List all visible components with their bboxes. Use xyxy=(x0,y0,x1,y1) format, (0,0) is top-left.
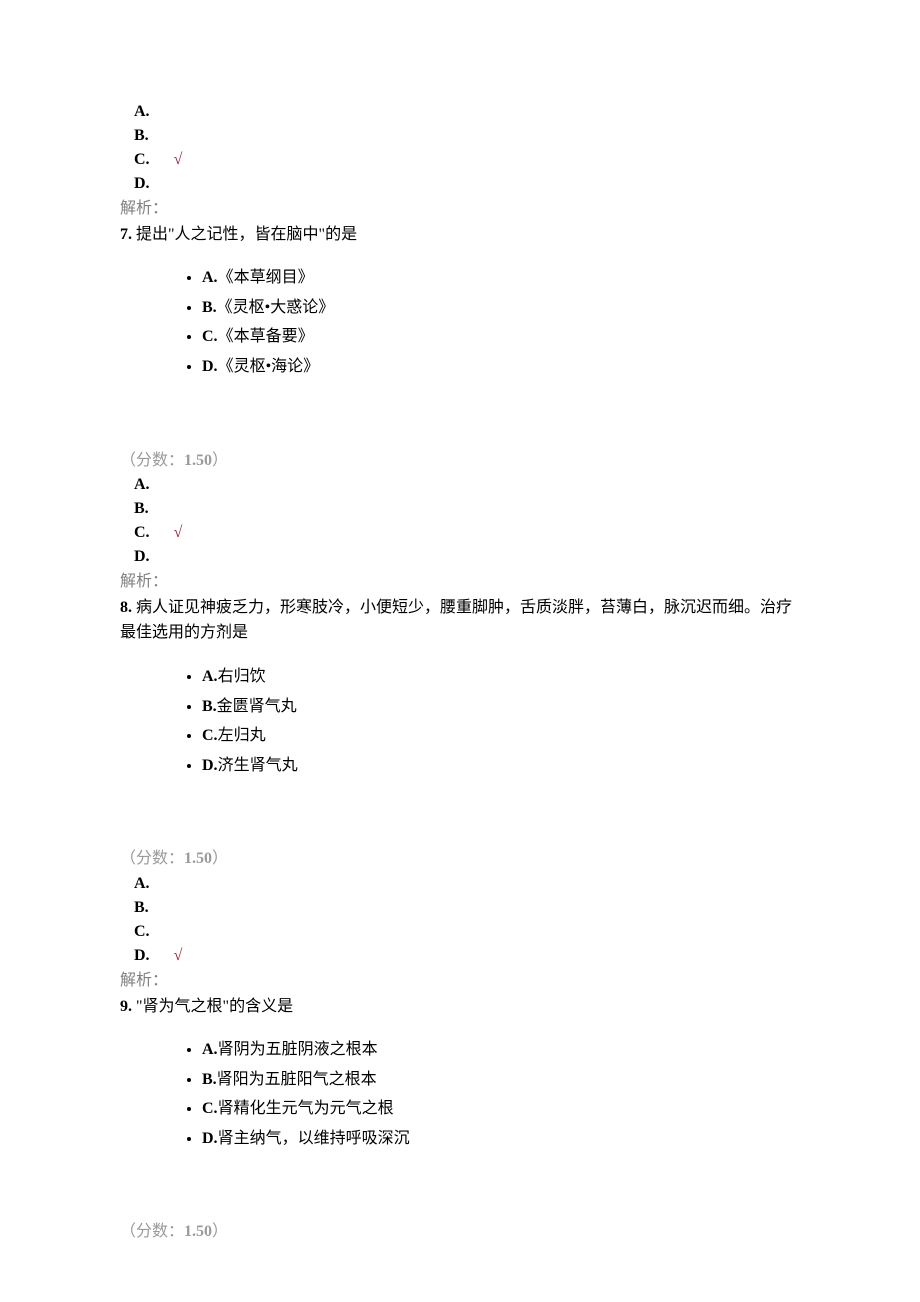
option-letter: D. xyxy=(202,1130,218,1147)
option-c: C.肾精化生元气为元气之根 xyxy=(202,1096,800,1126)
option-letter: C. xyxy=(202,727,218,744)
analysis-label: 解析： xyxy=(120,196,800,222)
analysis-label: 解析： xyxy=(120,569,800,595)
option-text: 金匮肾气丸 xyxy=(217,698,297,715)
question-body: 病人证见神疲乏力，形寒肢冷，小便短少，腰重脚肿，舌质淡胖，苔薄白，脉沉迟而细。治… xyxy=(120,599,792,642)
q6-answer-block: A. B. C.√ D. 解析： xyxy=(120,100,800,222)
question-number: 9. xyxy=(120,998,132,1015)
option-text: 肾阴为五脏阴液之根本 xyxy=(218,1041,378,1058)
option-letter: A. xyxy=(202,269,218,286)
analysis-label: 解析： xyxy=(120,968,800,994)
score-line: （分数：1.50） xyxy=(120,448,800,474)
option-letter: A. xyxy=(202,668,218,685)
score-suffix: ） xyxy=(212,452,228,469)
option-text: 肾阳为五脏阳气之根本 xyxy=(217,1071,377,1088)
option-letter: A. xyxy=(202,1041,218,1058)
document-page: A. B. C.√ D. 解析： 7. 提出"人之记性，皆在脑中"的是 A.《本… xyxy=(0,0,920,1302)
answer-c: C. xyxy=(134,920,800,944)
option-text: 《灵枢•大惑论》 xyxy=(217,299,335,316)
question-number: 7. xyxy=(120,226,132,243)
option-text: 左归丸 xyxy=(218,727,266,744)
answer-letter: A. xyxy=(134,476,150,493)
option-a: A.右归饮 xyxy=(202,664,800,694)
question-text: 8. 病人证见神疲乏力，形寒肢冷，小便短少，腰重脚肿，舌质淡胖，苔薄白，脉沉迟而… xyxy=(120,595,800,646)
answer-letter: D. xyxy=(134,947,150,964)
options-list: A.肾阴为五脏阴液之根本 B.肾阳为五脏阳气之根本 C.肾精化生元气为元气之根 … xyxy=(120,1037,800,1155)
score-line: （分数：1.50） xyxy=(120,846,800,872)
option-a: A.肾阴为五脏阴液之根本 xyxy=(202,1037,800,1067)
question-9: 9. "肾为气之根"的含义是 A.肾阴为五脏阴液之根本 B.肾阳为五脏阳气之根本… xyxy=(120,994,800,1246)
answer-d: D.√ xyxy=(134,944,800,968)
question-text: 9. "肾为气之根"的含义是 xyxy=(120,994,800,1020)
option-letter: B. xyxy=(202,1071,217,1088)
score-prefix: （分数： xyxy=(120,452,184,469)
answer-letter: C. xyxy=(134,923,150,940)
score-value: 1.50 xyxy=(184,452,212,469)
answer-d: D. xyxy=(134,545,800,569)
score-value: 1.50 xyxy=(184,850,212,867)
answer-letter: A. xyxy=(134,875,150,892)
correct-mark: √ xyxy=(150,947,183,964)
question-7: 7. 提出"人之记性，皆在脑中"的是 A.《本草纲目》 B.《灵枢•大惑论》 C… xyxy=(120,222,800,595)
options-list: A.《本草纲目》 B.《灵枢•大惑论》 C.《本草备要》 D.《灵枢•海论》 xyxy=(120,265,800,383)
answer-letter: C. xyxy=(134,524,150,541)
option-c: C.《本草备要》 xyxy=(202,324,800,354)
score-prefix: （分数： xyxy=(120,1223,184,1240)
answer-list: A. B. C.√ D. xyxy=(120,100,800,196)
question-text: 7. 提出"人之记性，皆在脑中"的是 xyxy=(120,222,800,248)
answer-b: B. xyxy=(134,896,800,920)
answer-b: B. xyxy=(134,497,800,521)
answer-b: B. xyxy=(134,124,800,148)
question-body: 提出"人之记性，皆在脑中"的是 xyxy=(132,226,357,243)
option-letter: D. xyxy=(202,358,218,375)
option-text: 《灵枢•海论》 xyxy=(218,358,320,375)
answer-list: A. B. C. D.√ xyxy=(120,872,800,968)
answer-a: A. xyxy=(134,473,800,497)
score-prefix: （分数： xyxy=(120,850,184,867)
answer-letter: B. xyxy=(134,127,149,144)
score-line: （分数：1.50） xyxy=(120,1219,800,1245)
answer-a: A. xyxy=(134,872,800,896)
answer-list: A. B. C.√ D. xyxy=(120,473,800,569)
option-letter: B. xyxy=(202,698,217,715)
question-8: 8. 病人证见神疲乏力，形寒肢冷，小便短少，腰重脚肿，舌质淡胖，苔薄白，脉沉迟而… xyxy=(120,595,800,994)
correct-mark: √ xyxy=(150,151,183,168)
score-suffix: ） xyxy=(212,850,228,867)
option-text: 右归饮 xyxy=(218,668,266,685)
answer-c: C.√ xyxy=(134,148,800,172)
answer-c: C.√ xyxy=(134,521,800,545)
option-letter: B. xyxy=(202,299,217,316)
option-letter: C. xyxy=(202,328,218,345)
answer-letter: A. xyxy=(134,103,150,120)
option-letter: D. xyxy=(202,757,218,774)
score-suffix: ） xyxy=(212,1223,228,1240)
answer-letter: C. xyxy=(134,151,150,168)
option-d: D.济生肾气丸 xyxy=(202,753,800,783)
option-d: D.肾主纳气，以维持呼吸深沉 xyxy=(202,1126,800,1156)
option-d: D.《灵枢•海论》 xyxy=(202,354,800,384)
option-text: 《本草纲目》 xyxy=(218,269,314,286)
question-body: "肾为气之根"的含义是 xyxy=(132,998,293,1015)
answer-letter: D. xyxy=(134,548,150,565)
option-text: 济生肾气丸 xyxy=(218,757,298,774)
option-a: A.《本草纲目》 xyxy=(202,265,800,295)
answer-letter: D. xyxy=(134,175,150,192)
option-text: 《本草备要》 xyxy=(218,328,314,345)
option-b: B.肾阳为五脏阳气之根本 xyxy=(202,1067,800,1097)
score-value: 1.50 xyxy=(184,1223,212,1240)
answer-d: D. xyxy=(134,172,800,196)
option-text: 肾主纳气，以维持呼吸深沉 xyxy=(218,1130,410,1147)
option-text: 肾精化生元气为元气之根 xyxy=(218,1100,394,1117)
correct-mark: √ xyxy=(150,524,183,541)
option-b: B.金匮肾气丸 xyxy=(202,694,800,724)
options-list: A.右归饮 B.金匮肾气丸 C.左归丸 D.济生肾气丸 xyxy=(120,664,800,782)
answer-a: A. xyxy=(134,100,800,124)
answer-letter: B. xyxy=(134,899,149,916)
option-letter: C. xyxy=(202,1100,218,1117)
option-c: C.左归丸 xyxy=(202,723,800,753)
option-b: B.《灵枢•大惑论》 xyxy=(202,295,800,325)
question-number: 8. xyxy=(120,599,132,616)
answer-letter: B. xyxy=(134,500,149,517)
